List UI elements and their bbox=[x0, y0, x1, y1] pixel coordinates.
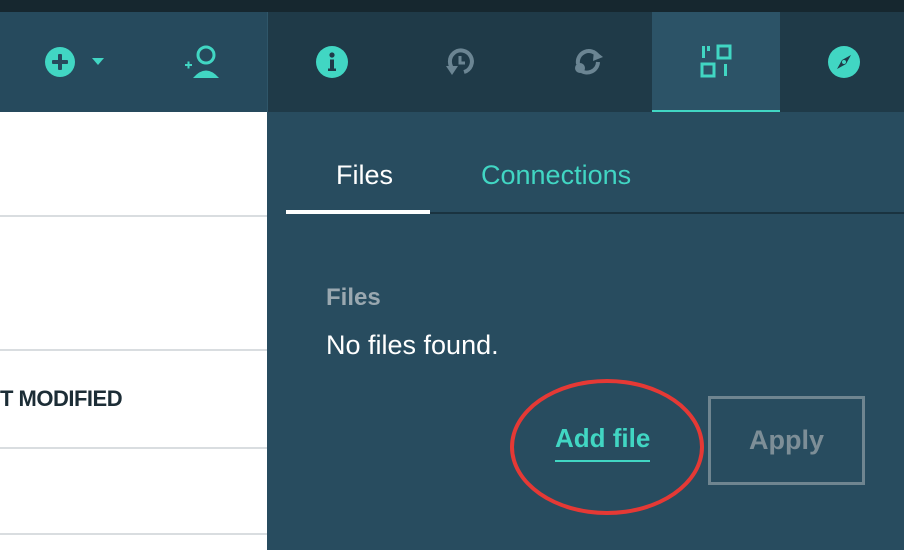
right-toolbar bbox=[267, 12, 904, 112]
data-tab-button[interactable] bbox=[652, 12, 780, 112]
chevron-down-icon bbox=[92, 58, 104, 65]
add-file-button[interactable]: Add file bbox=[555, 423, 651, 462]
explore-tab-button[interactable] bbox=[780, 12, 904, 112]
info-icon bbox=[316, 46, 348, 78]
add-menu-dropdown[interactable] bbox=[88, 52, 108, 72]
sync-tab-button[interactable] bbox=[524, 12, 652, 112]
add-user-icon bbox=[185, 45, 219, 78]
compass-icon bbox=[828, 46, 860, 78]
add-button[interactable] bbox=[40, 46, 80, 78]
row-divider bbox=[0, 447, 267, 449]
add-circle-icon bbox=[45, 47, 75, 77]
sync-icon bbox=[575, 49, 603, 75]
row-divider bbox=[0, 215, 267, 217]
data-panel: Files Connections Files No files found. … bbox=[267, 112, 904, 550]
row-divider bbox=[0, 349, 267, 351]
tab-connections[interactable]: Connections bbox=[481, 160, 631, 191]
info-tab-button[interactable] bbox=[268, 12, 396, 112]
top-strip bbox=[0, 0, 904, 12]
row-divider bbox=[0, 533, 267, 535]
apply-button[interactable]: Apply bbox=[708, 396, 865, 485]
section-title: Files bbox=[326, 284, 381, 311]
empty-state-message: No files found. bbox=[326, 330, 499, 360]
tab-files[interactable]: Files bbox=[336, 160, 393, 191]
data-icon bbox=[700, 44, 732, 78]
add-collaborator-button[interactable] bbox=[182, 42, 224, 82]
history-icon bbox=[446, 48, 474, 75]
history-tab-button[interactable] bbox=[396, 12, 524, 112]
main-list: T MODIFIED bbox=[0, 112, 267, 550]
left-toolbar bbox=[0, 12, 267, 112]
column-header-last-modified[interactable]: T MODIFIED bbox=[0, 386, 123, 412]
active-tab-indicator bbox=[286, 210, 430, 214]
